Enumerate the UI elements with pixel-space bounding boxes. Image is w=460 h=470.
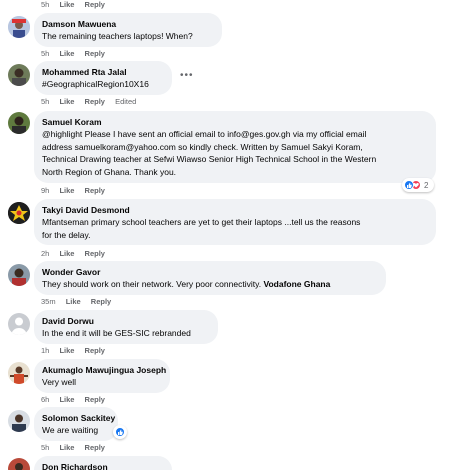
reply-link[interactable]: Reply (85, 186, 105, 195)
comment-time[interactable]: 5h (41, 49, 49, 58)
comment-actions: 5h Like Reply (41, 49, 113, 59)
comment-bubble: Solomon Sackitey We are waiting (34, 407, 118, 441)
like-link[interactable]: Like (59, 186, 74, 195)
reply-link[interactable]: Reply (85, 0, 105, 9)
comment-actions: 1h Like Reply (41, 346, 113, 356)
comment-text-line: address samuelkoram@yahoo.com so kindly … (42, 141, 363, 152)
like-link[interactable]: Like (59, 443, 74, 452)
comment-text: Very well (42, 377, 77, 387)
comment-text-line: for the delay. (42, 229, 91, 240)
avatar[interactable] (8, 410, 30, 432)
comment-author[interactable]: Damson Mawuena (42, 19, 214, 30)
comment-author[interactable]: Takyi David Desmond (42, 205, 428, 216)
comment-bubble: Samuel Koram @highlight Please I have se… (34, 111, 436, 183)
avatar[interactable] (8, 16, 30, 38)
comment-text: #GeographicalRegion10X16 (42, 79, 149, 89)
comment-author[interactable]: Don Richardson (42, 462, 164, 470)
reply-link[interactable]: Reply (85, 97, 105, 106)
comment-bubble: Don Richardson (34, 456, 172, 470)
comment-text-line: North Region of Ghana. Thank you. (42, 166, 177, 177)
like-link[interactable]: Like (59, 249, 74, 258)
comments-feed: 5h Like Reply Damson Mawuena The remaini… (0, 0, 460, 470)
comment-author[interactable]: Samuel Koram (42, 117, 428, 128)
comment-actions: 35m Like Reply (41, 297, 119, 307)
comment-author[interactable]: Mohammed Rta Jalal (42, 67, 164, 78)
comment-time[interactable]: 6h (41, 395, 49, 404)
comment-bubble: Akumaglo Mawujingua Joseph Very well (34, 359, 170, 393)
reply-link[interactable]: Reply (85, 395, 105, 404)
avatar[interactable] (8, 64, 30, 86)
comment-author[interactable]: Wonder Gavor (42, 267, 378, 278)
comment-time[interactable]: 9h (41, 186, 49, 195)
comment-bubble: Damson Mawuena The remaining teachers la… (34, 13, 222, 47)
like-link[interactable]: Like (66, 297, 81, 306)
mentioned-page-link[interactable]: Vodafone Ghana (263, 279, 330, 289)
comment-text-line: Mfantseman primary school teachers are y… (42, 217, 361, 227)
like-link[interactable]: Like (59, 49, 74, 58)
more-horizontal-icon[interactable]: ••• (180, 70, 194, 81)
reply-link[interactable]: Reply (85, 249, 105, 258)
comment-text-line: Technical Drawing teacher at Sefwi Wiaws… (42, 154, 377, 164)
avatar[interactable] (8, 458, 30, 470)
reply-link[interactable]: Reply (85, 346, 105, 355)
comment-text-line: They should work on their network. Very … (42, 278, 378, 291)
like-link[interactable]: Like (59, 346, 74, 355)
comment-bubble: Mohammed Rta Jalal #GeographicalRegion10… (34, 61, 172, 95)
comment-actions: 5h Like Reply Edited (41, 97, 144, 107)
comment-actions: 9h Like Reply (41, 186, 113, 196)
like-link[interactable]: Like (59, 0, 74, 9)
comment-time[interactable]: 5h (41, 443, 49, 452)
like-reaction-icon (115, 427, 125, 437)
reaction-count: 2 (424, 180, 429, 190)
comment-text: In the end it will be GES-SIC rebranded (42, 328, 191, 338)
comment-actions: 2h Like Reply (41, 249, 113, 259)
comment-author[interactable]: Solomon Sackitey (42, 413, 115, 424)
reply-link[interactable]: Reply (91, 297, 111, 306)
avatar[interactable] (8, 264, 30, 286)
comment-text: We are waiting (42, 425, 99, 435)
like-reaction-icon (404, 180, 414, 190)
avatar[interactable] (8, 202, 30, 224)
avatar[interactable] (8, 362, 30, 384)
comment-text: They should work on their network. Very … (42, 279, 262, 289)
avatar[interactable] (8, 313, 30, 335)
reactions-badge[interactable]: 2 (402, 178, 434, 192)
comment-text-line: @highlight Please I have sent an officia… (42, 129, 367, 139)
comment-actions: 5h Like Reply (41, 443, 113, 453)
comment-author[interactable]: David Dorwu (42, 316, 210, 327)
reply-link[interactable]: Reply (85, 443, 105, 452)
comment-time[interactable]: 2h (41, 249, 49, 258)
comment-text: The remaining teachers laptops! When? (42, 31, 193, 41)
comment-author[interactable]: Akumaglo Mawujingua Joseph (42, 365, 166, 376)
comment-bubble: Takyi David Desmond Mfantseman primary s… (34, 199, 436, 245)
comment-bubble: Wonder Gavor They should work on their n… (34, 261, 386, 295)
reply-link[interactable]: Reply (85, 49, 105, 58)
like-link[interactable]: Like (59, 395, 74, 404)
comment-time[interactable]: 5h (41, 97, 49, 106)
comment-actions: 6h Like Reply (41, 395, 113, 405)
avatar[interactable] (8, 112, 30, 134)
comment-actions: 5h Like Reply (41, 0, 113, 10)
reactions-badge[interactable] (113, 425, 127, 439)
comment-time[interactable]: 1h (41, 346, 49, 355)
comment-time[interactable]: 35m (41, 297, 56, 306)
comment-bubble: David Dorwu In the end it will be GES-SI… (34, 310, 218, 344)
edited-label: Edited (115, 97, 137, 106)
comment-time: 5h (41, 0, 50, 9)
like-link[interactable]: Like (59, 97, 74, 106)
